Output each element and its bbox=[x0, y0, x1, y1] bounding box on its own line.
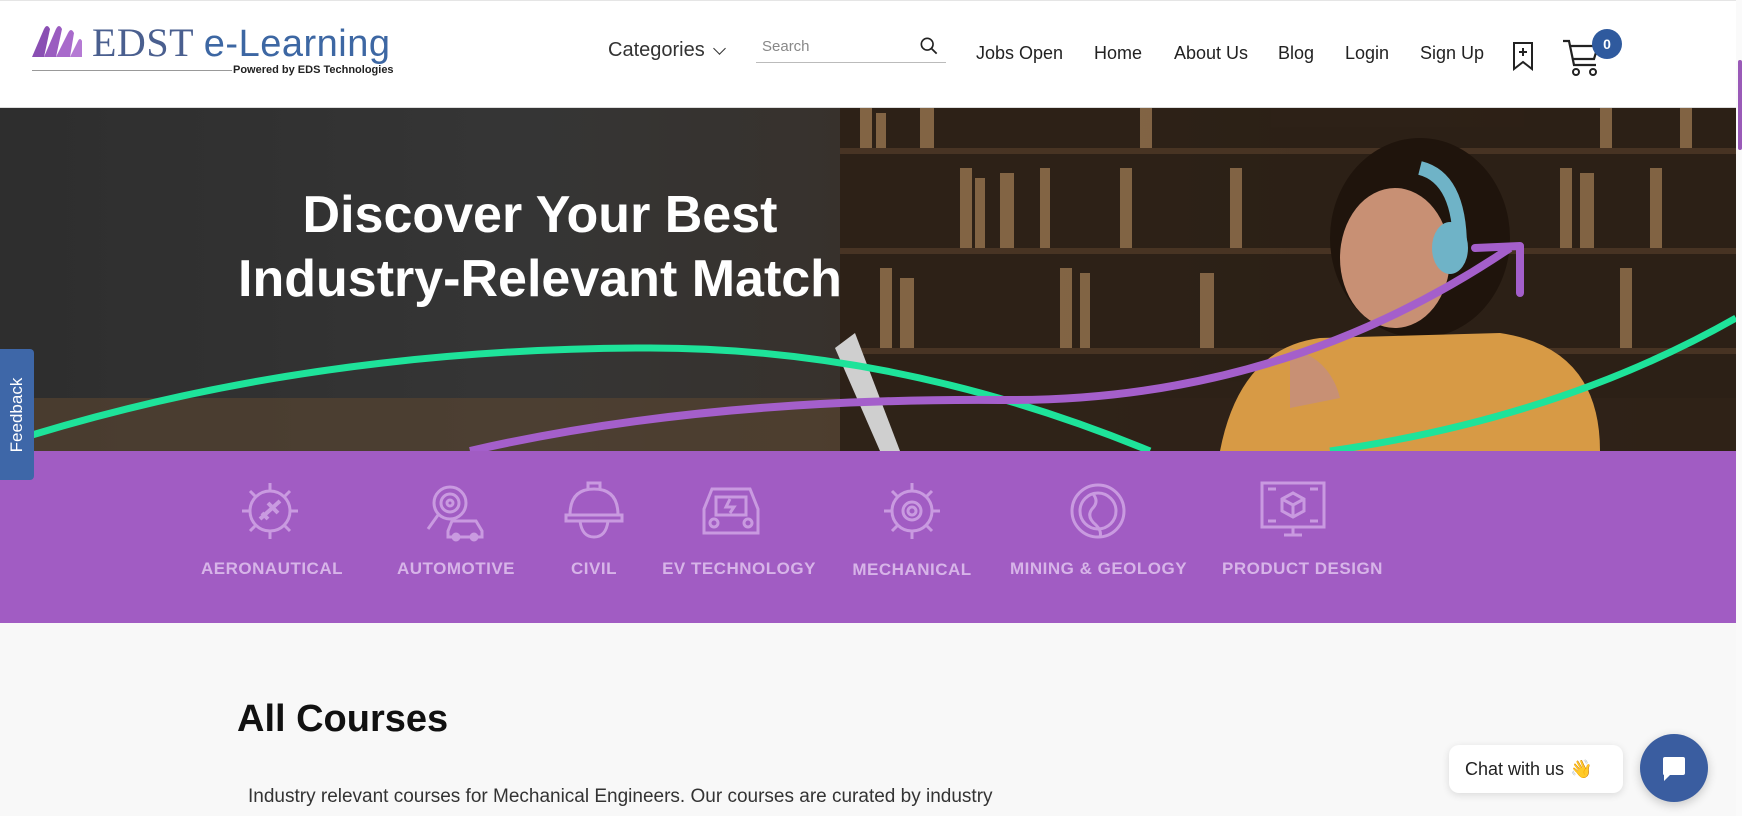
category-label: PRODUCT DESIGN bbox=[1222, 559, 1383, 578]
nav-about-us[interactable]: About Us bbox=[1174, 43, 1248, 64]
chat-invite-bubble[interactable]: Chat with us 👋 bbox=[1449, 745, 1623, 793]
categories-label: Categories bbox=[608, 39, 705, 61]
category-product-design[interactable]: PRODUCT DESIGN bbox=[1222, 451, 1382, 623]
hero-title: Discover Your Best Industry-Relevant Mat… bbox=[180, 183, 900, 311]
product-design-icon bbox=[1260, 481, 1326, 537]
category-label: AUTOMOTIVE bbox=[396, 559, 516, 578]
category-label: AERONAUTICAL bbox=[201, 559, 343, 578]
ev-car-icon bbox=[702, 487, 760, 535]
hero-title-line2: Industry-Relevant Match bbox=[238, 250, 842, 308]
chat-label: Chat with us bbox=[1465, 758, 1565, 779]
section-description: Industry relevant courses for Mechanical… bbox=[248, 786, 993, 807]
nav-blog[interactable]: Blog bbox=[1278, 43, 1314, 64]
nav-home[interactable]: Home bbox=[1094, 43, 1142, 64]
nav-sign-up[interactable]: Sign Up bbox=[1420, 43, 1484, 64]
chat-open-button[interactable] bbox=[1640, 734, 1708, 802]
civil-helmet-icon bbox=[564, 481, 624, 539]
categories-dropdown[interactable]: Categories bbox=[608, 39, 726, 62]
logo-text: EDST e-Learning bbox=[92, 20, 391, 65]
site-logo[interactable]: EDST e-Learning Powered by EDS Technolog… bbox=[30, 19, 394, 81]
search-box bbox=[756, 31, 946, 63]
automotive-icon bbox=[426, 485, 484, 542]
feedback-tab[interactable]: Feedback bbox=[0, 349, 34, 480]
nav-jobs-open[interactable]: Jobs Open bbox=[976, 43, 1063, 64]
category-automotive[interactable]: AUTOMOTIVE bbox=[386, 451, 526, 623]
section-title: All Courses bbox=[237, 698, 449, 740]
scrollbar[interactable] bbox=[1736, 0, 1742, 816]
scrollbar-thumb[interactable] bbox=[1738, 60, 1742, 150]
search-icon[interactable] bbox=[920, 37, 938, 55]
hero-title-line1: Discover Your Best bbox=[302, 186, 778, 244]
category-label: CIVIL bbox=[571, 559, 617, 578]
category-band: AERONAUTICAL AUTOMOTIVE CIVIL EV TECHNOL… bbox=[0, 451, 1736, 623]
category-label: EV TECHNOLOGY bbox=[662, 559, 816, 578]
logo-mark-icon bbox=[32, 26, 82, 57]
logo-divider bbox=[32, 70, 232, 71]
aeronautical-gear-icon bbox=[242, 483, 298, 539]
globe-icon bbox=[1070, 483, 1126, 539]
category-aeronautical[interactable]: AERONAUTICAL bbox=[196, 451, 348, 623]
category-mechanical[interactable]: MECHANICAL bbox=[850, 451, 974, 623]
category-label: MECHANICAL bbox=[852, 560, 972, 579]
cart-count-badge: 0 bbox=[1592, 29, 1622, 59]
search-input[interactable] bbox=[756, 31, 906, 61]
category-mining-geology[interactable]: MINING & GEOLOGY bbox=[1010, 451, 1188, 623]
mechanical-gear-icon bbox=[884, 483, 940, 539]
category-label: MINING & GEOLOGY bbox=[1010, 559, 1188, 578]
category-ev-technology[interactable]: EV TECHNOLOGY bbox=[660, 451, 818, 623]
category-civil[interactable]: CIVIL bbox=[556, 451, 632, 623]
nav-login[interactable]: Login bbox=[1345, 43, 1389, 64]
logo-powered-by: Powered by EDS Technologies bbox=[233, 64, 394, 76]
chevron-down-icon bbox=[712, 41, 726, 55]
hero-banner: Discover Your Best Industry-Relevant Mat… bbox=[0, 108, 1736, 451]
feedback-label: Feedback bbox=[7, 377, 26, 452]
site-header: EDST e-Learning Powered by EDS Technolog… bbox=[0, 0, 1742, 108]
chat-icon bbox=[1663, 757, 1685, 781]
bookmark-icon[interactable] bbox=[1512, 41, 1534, 71]
waving-hand-icon: 👋 bbox=[1570, 758, 1593, 779]
